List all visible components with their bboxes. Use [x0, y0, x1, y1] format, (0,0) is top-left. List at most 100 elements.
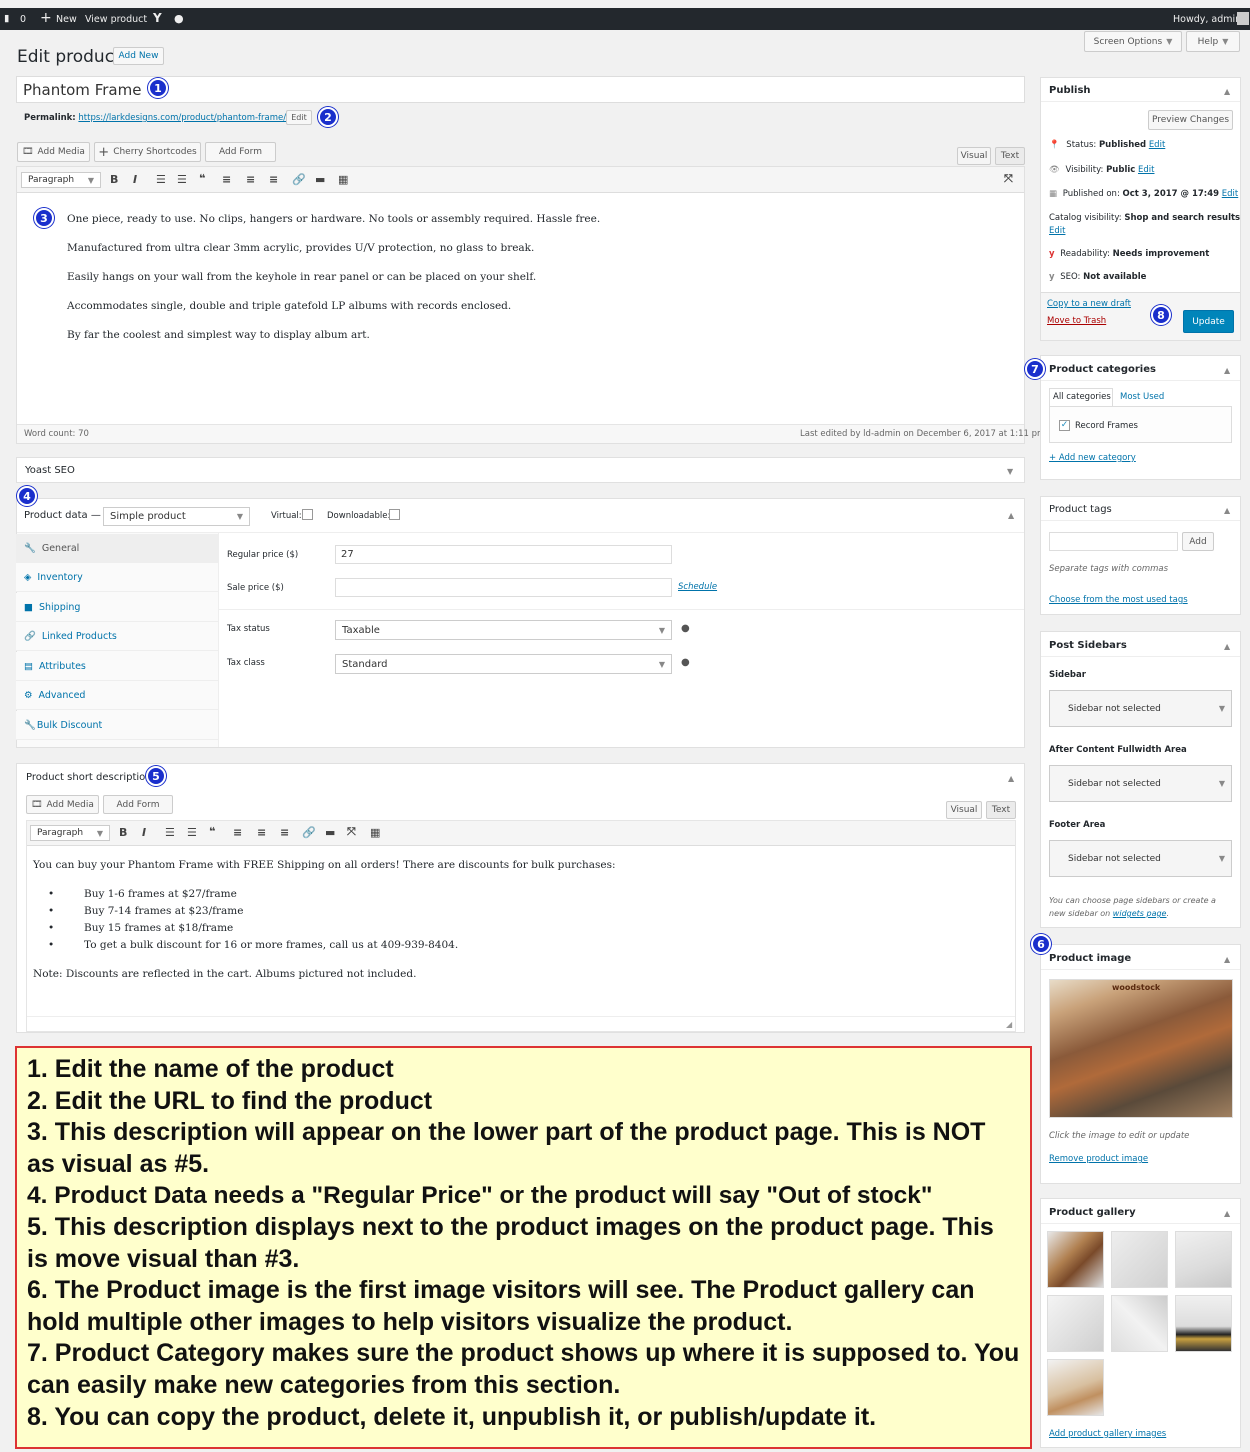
- align-center-icon[interactable]: ≡: [246, 173, 255, 186]
- tax-status-select[interactable]: Taxable ▼: [335, 620, 672, 640]
- blockquote-icon[interactable]: ❝: [199, 172, 205, 185]
- gallery-thumb[interactable]: [1175, 1295, 1232, 1352]
- italic-icon[interactable]: I: [133, 173, 137, 186]
- read-more-icon[interactable]: ▬: [325, 826, 335, 839]
- content-paragraph-4[interactable]: Accommodates single, double and triple g…: [67, 300, 511, 312]
- avatar[interactable]: [1237, 12, 1249, 25]
- tab-bulk-discount[interactable]: 🔧 Bulk Discount: [16, 711, 218, 740]
- collapse-up-icon[interactable]: ▲: [1008, 511, 1014, 520]
- align-center-icon[interactable]: ≡: [257, 826, 266, 839]
- sd-note[interactable]: Note: Discounts are reflected in the car…: [33, 968, 416, 980]
- collapse-up-icon[interactable]: ▲: [1008, 774, 1014, 783]
- sd-add-form-button[interactable]: Add Form: [103, 795, 173, 814]
- howdy-text[interactable]: Howdy, admin: [1173, 14, 1241, 25]
- update-button[interactable]: Update: [1183, 310, 1234, 333]
- copy-draft-link[interactable]: Copy to a new draft: [1047, 299, 1131, 309]
- align-right-icon[interactable]: ≡: [280, 826, 289, 839]
- comment-count[interactable]: 0: [20, 14, 26, 25]
- align-left-icon[interactable]: ≡: [233, 826, 242, 839]
- permalink-url[interactable]: https://larkdesigns.com/product/phantom-…: [78, 113, 286, 123]
- add-new-button[interactable]: Add New: [113, 47, 164, 65]
- footer-area-select[interactable]: Sidebar not selected ▼: [1049, 840, 1232, 877]
- sd-bullet-3[interactable]: • Buy 15 frames at $18/frame: [48, 922, 233, 934]
- yoast-seo-box[interactable]: [16, 457, 1025, 483]
- link-icon[interactable]: 🔗: [292, 173, 306, 186]
- virtual-checkbox[interactable]: [302, 509, 313, 520]
- help-icon[interactable]: ●: [681, 657, 690, 668]
- collapse-up-icon[interactable]: ▲: [1224, 642, 1230, 651]
- tab-linked-products[interactable]: 🔗 Linked Products: [16, 622, 218, 651]
- sd-bullet-4[interactable]: • To get a bulk discount for 16 or more f…: [48, 939, 458, 951]
- sd-bullet-1[interactable]: • Buy 1-6 frames at $27/frame: [48, 888, 237, 900]
- schedule-link[interactable]: Schedule: [678, 582, 717, 592]
- italic-icon[interactable]: I: [142, 826, 146, 839]
- add-media-button[interactable]: 🎞 Add Media: [17, 142, 90, 162]
- content-paragraph-5[interactable]: By far the coolest and simplest way to d…: [67, 329, 370, 341]
- chevron-down-icon[interactable]: ▼: [1007, 467, 1013, 476]
- regular-price-input[interactable]: 27: [335, 545, 672, 564]
- gallery-thumb[interactable]: [1175, 1231, 1232, 1288]
- catalog-edit-link[interactable]: Edit: [1049, 226, 1065, 236]
- tax-class-select[interactable]: Standard ▼: [335, 654, 672, 674]
- view-product-link[interactable]: View product: [85, 14, 147, 25]
- product-type-select[interactable]: Simple product ▼: [103, 507, 250, 526]
- bold-icon[interactable]: B: [110, 173, 118, 186]
- trash-link[interactable]: Move to Trash: [1047, 316, 1106, 326]
- record-frames-checkbox[interactable]: ✓: [1059, 420, 1070, 431]
- tags-add-button[interactable]: Add: [1182, 532, 1214, 551]
- help-button[interactable]: Help ▼: [1186, 31, 1240, 52]
- gallery-thumb[interactable]: [1047, 1231, 1104, 1288]
- link-icon[interactable]: 🔗: [302, 826, 316, 839]
- sd-tab-visual[interactable]: Visual: [946, 801, 982, 819]
- tab-advanced[interactable]: ⚙ Advanced: [16, 681, 218, 710]
- permalink-edit-button[interactable]: Edit: [286, 110, 312, 125]
- fullscreen-icon[interactable]: ⤧: [1004, 172, 1013, 186]
- remove-image-link[interactable]: Remove product image: [1049, 1154, 1148, 1164]
- content-paragraph-3[interactable]: Easily hangs on your wall from the keyho…: [67, 271, 536, 283]
- comment-icon[interactable]: ▮: [4, 13, 9, 24]
- content-paragraph-2[interactable]: Manufactured from ultra clear 3mm acryli…: [67, 242, 534, 254]
- screen-options-button[interactable]: Screen Options ▼: [1084, 31, 1182, 52]
- gallery-thumb[interactable]: [1047, 1359, 1104, 1416]
- numbered-list-icon[interactable]: ☰: [187, 826, 197, 839]
- tab-inventory[interactable]: ◈ Inventory: [16, 563, 218, 592]
- collapse-up-icon[interactable]: ▲: [1224, 366, 1230, 375]
- collapse-up-icon[interactable]: ▲: [1224, 955, 1230, 964]
- add-category-link[interactable]: + Add new category: [1049, 453, 1136, 463]
- published-edit-link[interactable]: Edit: [1222, 189, 1238, 199]
- plus-icon[interactable]: +: [40, 10, 52, 26]
- sd-tab-text[interactable]: Text: [986, 801, 1016, 819]
- tab-most-used[interactable]: Most Used: [1120, 392, 1164, 402]
- choose-tags-link[interactable]: Choose from the most used tags: [1049, 595, 1188, 605]
- align-right-icon[interactable]: ≡: [269, 173, 278, 186]
- tags-input[interactable]: [1049, 532, 1178, 551]
- sd-add-media-button[interactable]: 🎞 Add Media: [26, 795, 99, 814]
- sd-bullet-2[interactable]: • Buy 7-14 frames at $23/frame: [48, 905, 243, 917]
- bold-icon[interactable]: B: [119, 826, 127, 839]
- tab-attributes[interactable]: ▤ Attributes: [16, 652, 218, 681]
- gallery-thumb[interactable]: [1111, 1295, 1168, 1352]
- tab-text[interactable]: Text: [995, 147, 1025, 165]
- tab-general[interactable]: 🔧 General: [16, 534, 218, 563]
- bullet-list-icon[interactable]: ☰: [156, 173, 166, 186]
- add-form-button[interactable]: Add Form: [205, 142, 276, 162]
- help-icon[interactable]: ●: [681, 623, 690, 634]
- add-gallery-link[interactable]: Add product gallery images: [1049, 1429, 1166, 1439]
- content-paragraph-1[interactable]: One piece, ready to use. No clips, hange…: [67, 213, 600, 225]
- keyboard-icon[interactable]: ▦: [338, 173, 348, 186]
- format-select[interactable]: Paragraph ▼: [21, 172, 101, 188]
- visibility-edit-link[interactable]: Edit: [1138, 165, 1154, 175]
- sd-intro[interactable]: You can buy your Phantom Frame with FREE…: [33, 859, 616, 871]
- collapse-up-icon[interactable]: ▲: [1224, 87, 1230, 96]
- preview-changes-button[interactable]: Preview Changes: [1148, 110, 1233, 130]
- product-image-thumbnail[interactable]: woodstock: [1049, 979, 1233, 1118]
- keyboard-icon[interactable]: ▦: [370, 826, 380, 839]
- tab-visual[interactable]: Visual: [957, 147, 991, 165]
- tab-shipping[interactable]: ■ Shipping: [16, 593, 218, 622]
- read-more-icon[interactable]: ▬: [315, 173, 325, 186]
- downloadable-checkbox[interactable]: [389, 509, 400, 520]
- status-edit-link[interactable]: Edit: [1149, 140, 1165, 150]
- bullet-list-icon[interactable]: ☰: [165, 826, 175, 839]
- numbered-list-icon[interactable]: ☰: [177, 173, 187, 186]
- cherry-shortcodes-button[interactable]: + Cherry Shortcodes: [94, 142, 201, 162]
